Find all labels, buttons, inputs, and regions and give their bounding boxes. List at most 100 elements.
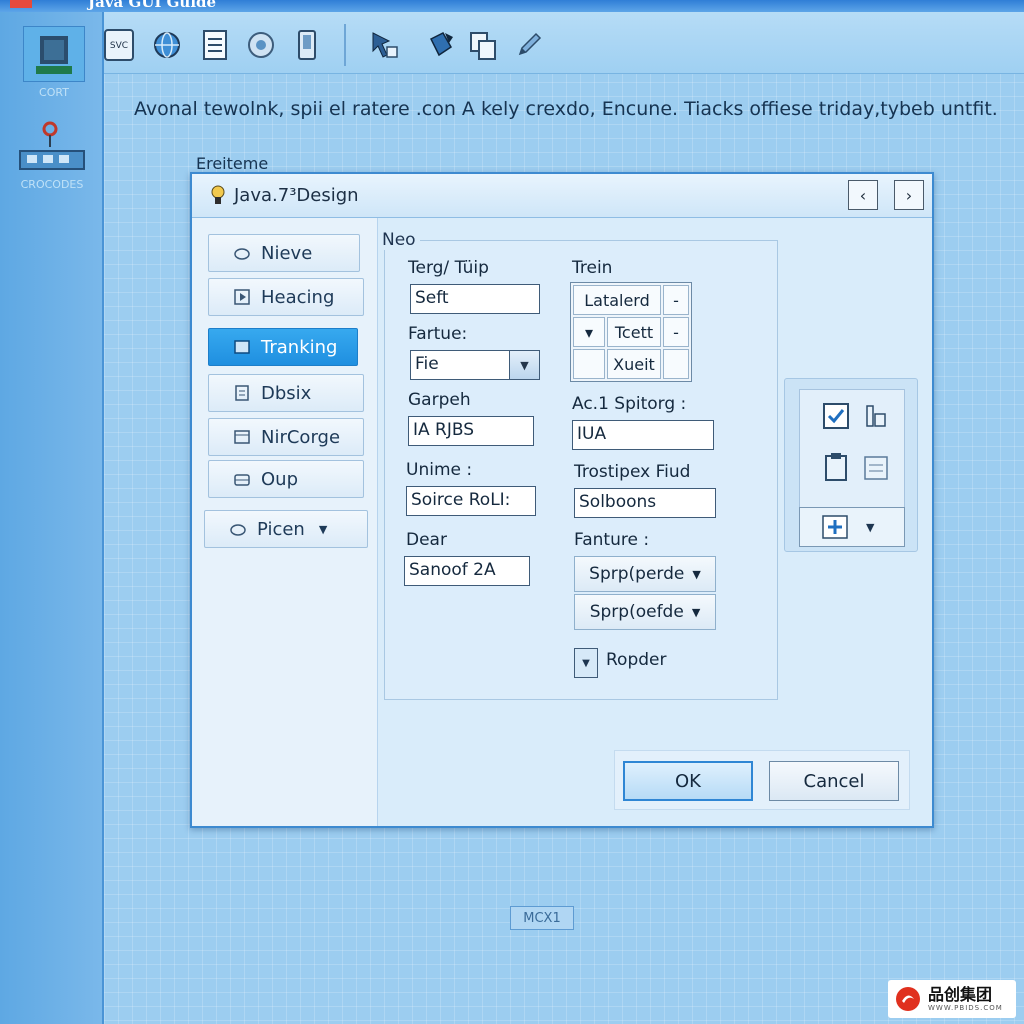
globe-icon [154, 32, 180, 58]
form-icon[interactable] [862, 454, 890, 482]
cloud-icon [234, 248, 250, 260]
play-icon [234, 289, 250, 305]
groupbox-label: Neo [382, 230, 420, 250]
garpeh-label: Garpeh [408, 390, 471, 410]
nav-item-tranking[interactable]: Tranking [208, 328, 358, 366]
add-dropdown[interactable]: ▼ [799, 507, 905, 547]
app-icon[interactable] [10, 0, 32, 8]
sidebar-item-crocodes[interactable]: CROCODES [16, 110, 88, 191]
dear-field[interactable]: Sanoof 2A [404, 556, 530, 586]
pen-button[interactable] [512, 28, 546, 62]
globe-button[interactable] [150, 28, 184, 62]
nav-item-nircorge[interactable]: NirCorge [208, 418, 364, 456]
watermark-text: 品创集团 WWW.PBIDS.COM [928, 985, 1003, 1013]
nav-item-oup[interactable]: Oup [208, 460, 364, 498]
section-label: Ereiteme [196, 154, 269, 173]
disc-button[interactable] [244, 28, 278, 62]
spitorg-field[interactable]: IUA [572, 420, 714, 450]
fartue-combobox[interactable]: Fie ▼ [410, 350, 540, 380]
svg-text:SVC: SVC [110, 41, 128, 51]
ropder-toggle[interactable]: ▼ [574, 648, 598, 678]
ropder-label: Ropder [606, 650, 667, 670]
chevron-down-icon: ▼ [318, 522, 328, 536]
nav-item-label: Dbsix [261, 382, 312, 404]
paint-bucket-icon [429, 32, 453, 57]
nav-item-label: Heacing [261, 286, 335, 308]
copy-button[interactable] [466, 28, 500, 62]
nav-item-heacing[interactable]: Heacing [208, 278, 364, 316]
palette-panel [799, 389, 905, 509]
previous-button[interactable]: ‹ [848, 180, 878, 210]
nav-item-nieve[interactable]: Nieve [208, 234, 360, 272]
copy-icon [470, 32, 496, 60]
grid-cell-empty[interactable] [663, 349, 689, 379]
chevron-down-icon[interactable]: ▾ [573, 317, 605, 347]
tool-palette: ▼ [784, 378, 918, 552]
sprp-dropdown-2[interactable]: Sprp(oefde ▼ [574, 594, 716, 630]
nav-item-label: Tranking [261, 336, 338, 358]
dialog-button-panel: OK Cancel [614, 750, 910, 810]
grid-cell[interactable]: Latalerd [573, 285, 661, 315]
grid-cell-minus[interactable]: - [663, 285, 689, 315]
garpeh-field[interactable]: IA RJBS [408, 416, 534, 446]
chevron-left-icon: ‹ [859, 185, 867, 205]
terg-label: Terg/ Tüip [408, 258, 489, 278]
dialog-title: Java.7³Design [234, 185, 359, 206]
chevron-down-icon[interactable]: ▼ [509, 351, 539, 379]
add-icon [822, 515, 848, 539]
terg-field[interactable]: Seft [410, 284, 540, 314]
left-sidebar: CORT CROCODES [0, 12, 104, 1024]
watermark-url: WWW.PBIDS.COM [928, 1004, 1003, 1012]
chevron-down-icon: ▼ [691, 605, 701, 619]
toolbar-separator [344, 24, 346, 66]
list-icon [235, 385, 249, 401]
nav-item-dbsix[interactable]: Dbsix [208, 374, 364, 412]
nav-item-label: Picen [257, 518, 305, 540]
chevron-down-icon: ▼ [582, 657, 590, 669]
next-button[interactable]: › [894, 180, 924, 210]
grid-cell-empty[interactable] [573, 349, 605, 379]
unime-label: Unime : [406, 460, 473, 480]
trein-label: Trein [572, 258, 613, 278]
clipboard-icon[interactable] [822, 452, 850, 482]
select-button[interactable] [368, 28, 402, 62]
grid-cell[interactable]: Xueit [607, 349, 661, 379]
grid-cell[interactable]: Tcett [607, 317, 661, 347]
checkbox-icon[interactable] [822, 402, 850, 430]
nav-item-label: NirCorge [261, 426, 341, 448]
nav-item-picen[interactable]: Picen ▼ [204, 510, 368, 548]
combobox-value: Fie [415, 354, 439, 374]
pen-icon [518, 32, 542, 56]
window-titlebar: Java GUI Guide [0, 0, 1024, 12]
tray-icon [234, 474, 250, 486]
window-icon [234, 430, 250, 444]
unime-field[interactable]: Soirce RoLI: [406, 486, 536, 516]
document-button[interactable] [198, 28, 232, 62]
description-text: Avonal tewolnk, spii el ratere .con A ke… [134, 98, 998, 120]
spitorg-label: Ac.1 Spitorg : [572, 394, 687, 414]
sprp-dropdown-1[interactable]: Sprp(perde ▼ [574, 556, 716, 592]
chevron-right-icon: › [905, 185, 913, 205]
nav-item-label: Nieve [261, 242, 313, 264]
chart-icon[interactable] [862, 402, 890, 430]
cloud-icon [230, 524, 246, 536]
panel-icon [234, 340, 250, 354]
svc-button[interactable]: SVC [102, 28, 136, 62]
sidebar-item-cort[interactable]: CORT [18, 26, 90, 99]
sidebar-item-label: CROCODES [20, 178, 84, 191]
cancel-button[interactable]: Cancel [769, 761, 899, 801]
sidebar-item-label: CORT [39, 86, 69, 99]
database-icon [23, 26, 85, 82]
phone-button[interactable] [290, 28, 324, 62]
mode-indicator: MCX1 [510, 906, 574, 930]
trostipex-field[interactable]: Solboons [574, 488, 716, 518]
dear-label: Dear [406, 530, 447, 550]
grid-cell-minus[interactable]: - [663, 317, 689, 347]
phone-icon [298, 30, 316, 60]
ok-button[interactable]: OK [623, 761, 753, 801]
trostipex-label: Trostipex Fiud [574, 462, 691, 482]
watermark-title: 品创集团 [928, 985, 993, 1004]
paint-button[interactable] [424, 28, 458, 62]
chevron-down-icon: ▼ [866, 520, 875, 534]
nav-item-label: Oup [261, 468, 299, 490]
